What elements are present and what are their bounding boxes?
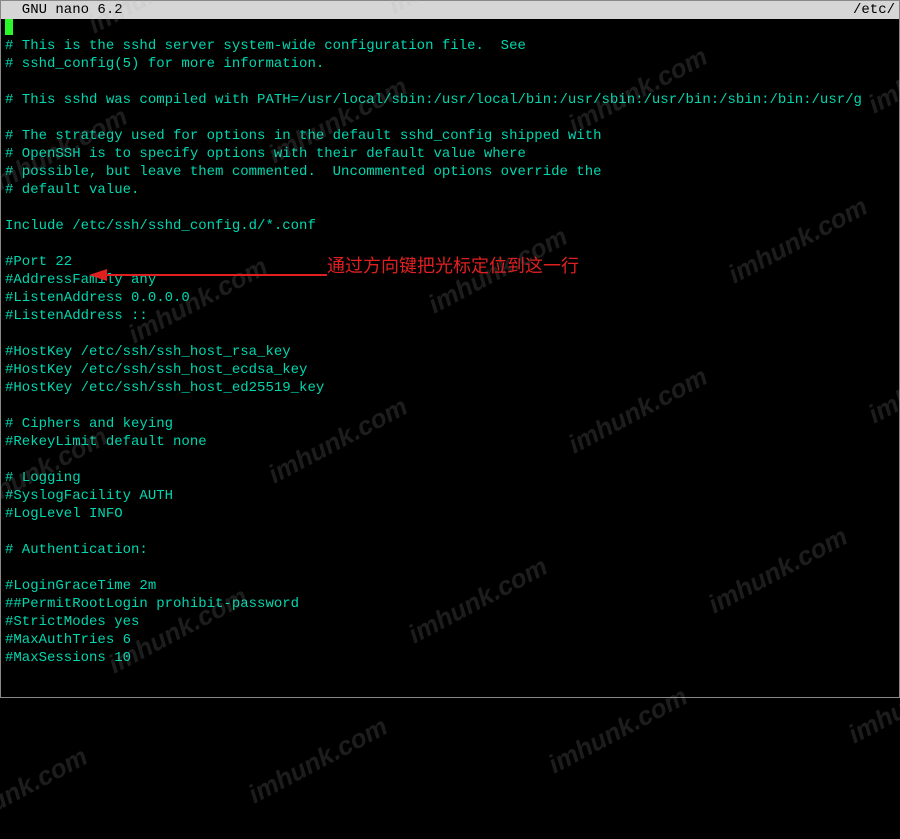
editor-line[interactable]: #HostKey /etc/ssh/ssh_host_rsa_key (5, 343, 895, 361)
editor-line[interactable]: #MaxAuthTries 6 (5, 631, 895, 649)
watermark-text: imhunk.com (246, 716, 390, 804)
editor-line[interactable] (5, 523, 895, 541)
editor-line[interactable]: #StrictModes yes (5, 613, 895, 631)
editor-line[interactable]: #LoginGraceTime 2m (5, 577, 895, 595)
editor-line[interactable]: #MaxSessions 10 (5, 649, 895, 667)
nano-title-bar: GNU nano 6.2 /etc/ (1, 1, 899, 19)
editor-line[interactable]: # sshd_config(5) for more information. (5, 55, 895, 73)
editor-line[interactable]: # possible, but leave them commented. Un… (5, 163, 895, 181)
nano-title-left: GNU nano 6.2 (5, 1, 123, 19)
editor-line[interactable]: #HostKey /etc/ssh/ssh_host_ecdsa_key (5, 361, 895, 379)
editor-line[interactable] (5, 397, 895, 415)
editor-line[interactable]: #HostKey /etc/ssh/ssh_host_ed25519_key (5, 379, 895, 397)
watermark-text: imhunk.com (846, 656, 900, 744)
editor-line[interactable]: #AddressFamily any (5, 271, 895, 289)
editor-line[interactable] (5, 109, 895, 127)
editor-line[interactable] (5, 73, 895, 91)
text-cursor (5, 19, 13, 35)
editor-area[interactable]: # This is the sshd server system-wide co… (1, 19, 899, 667)
editor-line[interactable]: # default value. (5, 181, 895, 199)
editor-line[interactable]: # Logging (5, 469, 895, 487)
editor-line[interactable]: #ListenAddress :: (5, 307, 895, 325)
editor-line[interactable]: #ListenAddress 0.0.0.0 (5, 289, 895, 307)
editor-line[interactable]: #RekeyLimit default none (5, 433, 895, 451)
editor-line[interactable]: # Ciphers and keying (5, 415, 895, 433)
editor-line[interactable]: #SyslogFacility AUTH (5, 487, 895, 505)
editor-line[interactable]: ##PermitRootLogin prohibit-password (5, 595, 895, 613)
editor-line[interactable]: # Authentication: (5, 541, 895, 559)
editor-line[interactable]: #Port 22 (5, 253, 895, 271)
editor-line[interactable] (5, 559, 895, 577)
editor-line[interactable]: Include /etc/ssh/sshd_config.d/*.conf (5, 217, 895, 235)
editor-line[interactable]: # OpenSSH is to specify options with the… (5, 145, 895, 163)
nano-title-right: /etc/ (853, 1, 895, 19)
editor-line[interactable] (5, 19, 895, 37)
watermark-text: imhunk.com (0, 746, 89, 834)
editor-line[interactable] (5, 199, 895, 217)
editor-line[interactable]: # This is the sshd server system-wide co… (5, 37, 895, 55)
editor-line[interactable]: #LogLevel INFO (5, 505, 895, 523)
editor-line[interactable] (5, 325, 895, 343)
editor-line[interactable] (5, 235, 895, 253)
editor-line[interactable]: # The strategy used for options in the d… (5, 127, 895, 145)
editor-line[interactable]: # This sshd was compiled with PATH=/usr/… (5, 91, 895, 109)
watermark-text: imhunk.com (546, 686, 690, 774)
editor-line[interactable] (5, 451, 895, 469)
